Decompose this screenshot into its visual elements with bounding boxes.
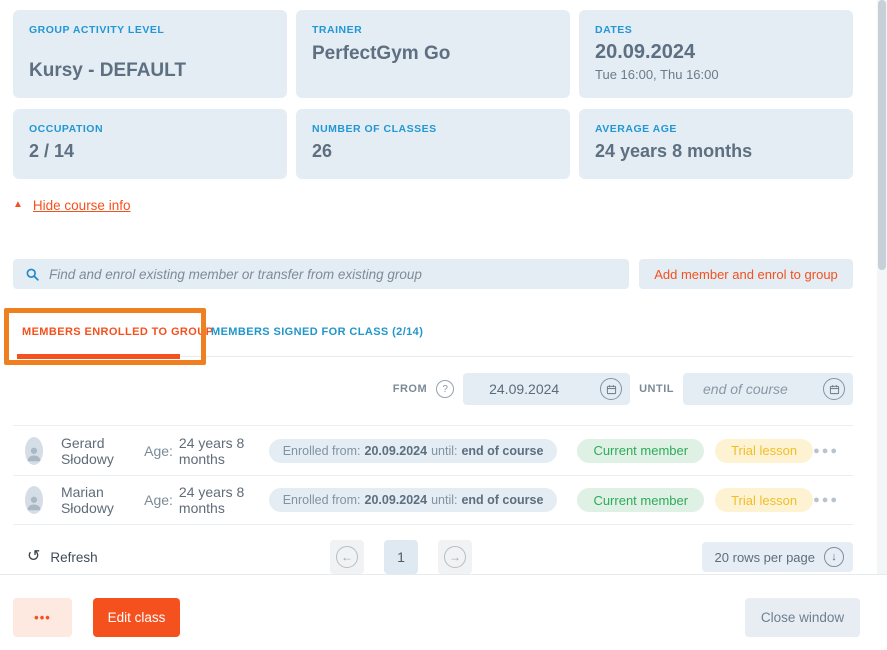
card-average-age: AVERAGE AGE 24 years 8 months — [579, 109, 853, 179]
card-sub-value: Tue 16:00, Thu 16:00 — [595, 67, 837, 82]
close-window-button[interactable]: Close window — [745, 598, 860, 637]
card-value: 26 — [312, 141, 554, 162]
class-details-window: GROUP ACTIVITY LEVEL Kursy - DEFAULT TRA… — [0, 0, 887, 650]
card-occupation: OCCUPATION 2 / 14 — [13, 109, 287, 179]
card-label: OCCUPATION — [29, 123, 271, 135]
scrollbar-track[interactable] — [877, 0, 887, 574]
age-label: Age: — [144, 492, 173, 508]
row-menu-dots-icon[interactable]: ●●● — [813, 494, 839, 506]
refresh-icon: ↺ — [27, 549, 40, 565]
class-details-content: GROUP ACTIVITY LEVEL Kursy - DEFAULT TRA… — [0, 0, 887, 574]
members-list: Gerard Słodowy Age: 24 years 8 months En… — [13, 425, 853, 525]
edit-class-button[interactable]: Edit class — [93, 598, 180, 637]
course-info-cards: GROUP ACTIVITY LEVEL Kursy - DEFAULT TRA… — [13, 10, 853, 179]
arrow-right-icon: → — [444, 546, 466, 568]
more-actions-button[interactable]: ••• — [13, 598, 72, 637]
until-label: UNTIL — [639, 383, 674, 395]
enrollment-period-badge: Enrolled from: 20.09.2024 until: end of … — [269, 439, 558, 463]
status-badge: Current member — [577, 488, 704, 512]
avatar — [25, 486, 43, 514]
collapse-triangle-icon: ▲ — [13, 200, 23, 210]
member-name: Marian Słodowy — [61, 484, 130, 516]
enrolled-prefix: Enrolled from: — [283, 444, 361, 458]
age-value: 24 years 8 months — [179, 435, 253, 467]
tabs-divider — [181, 356, 853, 357]
enrolled-prefix: Enrolled from: — [283, 493, 361, 507]
from-date-field — [463, 373, 630, 405]
age-label: Age: — [144, 443, 173, 459]
person-icon — [25, 441, 43, 465]
arrow-left-icon: ← — [336, 546, 358, 568]
card-group-activity-level: GROUP ACTIVITY LEVEL Kursy - DEFAULT — [13, 10, 287, 98]
card-value: 24 years 8 months — [595, 141, 837, 162]
card-label: GROUP ACTIVITY LEVEL — [29, 24, 271, 36]
enrollment-period-badge: Enrolled from: 20.09.2024 until: end of … — [269, 488, 558, 512]
card-value: 2 / 14 — [29, 141, 271, 162]
list-footer: ↺ Refresh ← 1 → 20 rows per page ↓ — [13, 540, 853, 574]
calendar-icon[interactable] — [823, 378, 845, 400]
hide-course-info-row: ▲ Hide course info — [13, 197, 853, 213]
row-menu-dots-icon[interactable]: ●●● — [813, 445, 839, 457]
member-search-input[interactable] — [49, 267, 629, 282]
member-tabs: MEMBERS ENROLLED TO GROUP MEMBERS SIGNED… — [13, 305, 853, 367]
card-label: DATES — [595, 24, 837, 36]
chevron-down-icon: ↓ — [824, 547, 844, 567]
refresh-label: Refresh — [50, 550, 97, 565]
card-label: TRAINER — [312, 24, 554, 36]
refresh-button[interactable]: ↺ Refresh — [27, 549, 98, 565]
enrolled-until-date: end of course — [461, 444, 543, 458]
date-filter-row: FROM ? UNTIL — [13, 373, 853, 405]
card-label: AVERAGE AGE — [595, 123, 837, 135]
enrolled-from-date: 20.09.2024 — [365, 444, 428, 458]
from-label: FROM — [393, 383, 427, 395]
table-row: Marian Słodowy Age: 24 years 8 months En… — [13, 475, 853, 525]
enrol-search-row: Add member and enrol to group — [13, 259, 853, 289]
person-icon — [25, 490, 43, 514]
card-value: PerfectGym Go — [312, 43, 554, 65]
help-icon[interactable]: ? — [436, 380, 454, 398]
card-dates: DATES 20.09.2024 Tue 16:00, Thu 16:00 — [579, 10, 853, 98]
member-search-box[interactable] — [13, 259, 629, 289]
active-tab-underline — [17, 354, 180, 359]
search-icon — [25, 267, 40, 282]
table-row: Gerard Słodowy Age: 24 years 8 months En… — [13, 425, 853, 475]
scrollbar-thumb[interactable] — [878, 0, 886, 270]
next-page-button[interactable]: → — [438, 540, 472, 574]
until-date-input[interactable] — [703, 381, 823, 397]
tab-members-signed-for-class[interactable]: MEMBERS SIGNED FOR CLASS (2/14) — [211, 326, 423, 338]
add-member-button[interactable]: Add member and enrol to group — [639, 259, 853, 289]
hide-course-info-link[interactable]: Hide course info — [33, 198, 131, 213]
calendar-icon[interactable] — [600, 378, 622, 400]
card-value: Kursy - DEFAULT — [29, 60, 271, 82]
previous-page-button[interactable]: ← — [330, 540, 364, 574]
avatar — [25, 437, 43, 465]
enrolled-mid: until: — [431, 493, 457, 507]
age-value: 24 years 8 months — [179, 484, 253, 516]
member-name: Gerard Słodowy — [61, 435, 130, 467]
from-date-input[interactable] — [489, 381, 600, 397]
lesson-type-badge: Trial lesson — [715, 488, 813, 512]
enrolled-from-date: 20.09.2024 — [365, 493, 428, 507]
current-page-indicator: 1 — [384, 540, 418, 574]
card-number-of-classes: NUMBER OF CLASSES 26 — [296, 109, 570, 179]
until-date-field — [683, 373, 853, 405]
enrolled-mid: until: — [431, 444, 457, 458]
card-label: NUMBER OF CLASSES — [312, 123, 554, 135]
rows-per-page-label: 20 rows per page — [715, 550, 815, 565]
status-badge: Current member — [577, 439, 704, 463]
bottom-action-bar: ••• Edit class Close window — [0, 574, 887, 650]
enrolled-until-date: end of course — [461, 493, 543, 507]
card-trainer: TRAINER PerfectGym Go — [296, 10, 570, 98]
pagination: ← 1 → — [330, 540, 472, 574]
lesson-type-badge: Trial lesson — [715, 439, 813, 463]
rows-per-page-dropdown[interactable]: 20 rows per page ↓ — [702, 542, 853, 572]
tab-members-enrolled-to-group[interactable]: MEMBERS ENROLLED TO GROUP — [22, 326, 213, 338]
card-value: 20.09.2024 — [595, 41, 837, 64]
